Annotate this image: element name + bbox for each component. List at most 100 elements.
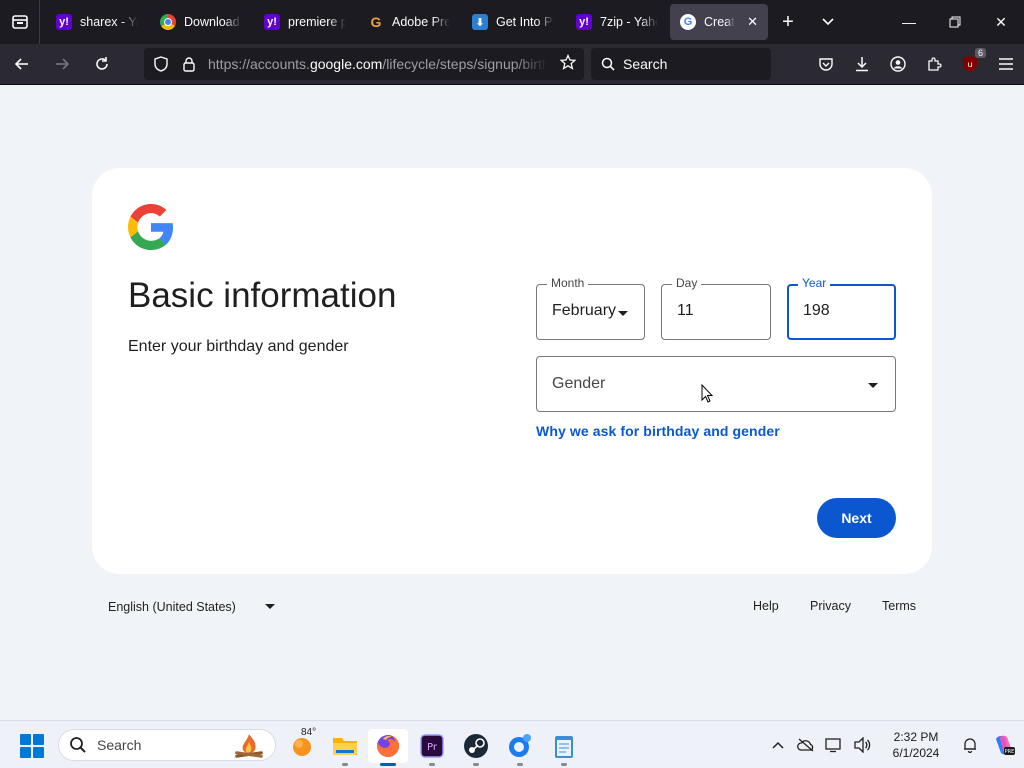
page-title: Basic information bbox=[128, 276, 397, 315]
taskbar-firefox[interactable] bbox=[368, 729, 408, 766]
new-tab-button[interactable]: + bbox=[768, 0, 808, 44]
bell-icon bbox=[964, 738, 976, 753]
page-subtitle: Enter your birthday and gender bbox=[128, 338, 349, 355]
why-we-ask-link[interactable]: Why we ask for birthday and gender bbox=[536, 423, 780, 439]
svg-text:Pr: Pr bbox=[427, 742, 438, 753]
taskbar-app-blue[interactable] bbox=[500, 729, 540, 766]
dropdown-caret-icon bbox=[868, 383, 878, 388]
year-label: Year bbox=[798, 276, 831, 290]
signup-card: Basic information Enter your birthday an… bbox=[92, 168, 932, 574]
running-indicator bbox=[473, 763, 479, 766]
firefox-view-icon bbox=[11, 15, 28, 29]
url-prefix: https://accounts. bbox=[208, 56, 310, 72]
language-caret-icon[interactable] bbox=[265, 604, 275, 609]
running-indicator bbox=[429, 763, 435, 766]
tab-title: Get Into PC bbox=[496, 15, 554, 29]
close-window-button[interactable]: ✕ bbox=[978, 0, 1024, 44]
tab-premiere[interactable]: y! premiere pro bbox=[254, 4, 358, 40]
list-all-tabs-button[interactable] bbox=[808, 0, 848, 44]
tab-title: 7zip - Yahoo bbox=[600, 15, 658, 29]
download-icon bbox=[856, 57, 868, 72]
pocket-icon bbox=[819, 58, 833, 71]
windows-logo-icon bbox=[20, 747, 31, 758]
app-swirl-icon bbox=[509, 734, 531, 757]
tab-title: Download ShareX bbox=[184, 15, 242, 29]
ublock-badge: 6 bbox=[974, 48, 986, 58]
start-button[interactable] bbox=[20, 734, 44, 758]
speaker-icon bbox=[854, 737, 871, 753]
taskbar-search-label: Search bbox=[97, 737, 142, 753]
getintopc-icon: ⬇ bbox=[472, 14, 488, 30]
taskbar-file-explorer[interactable] bbox=[325, 729, 365, 766]
windows-logo-icon bbox=[33, 734, 44, 745]
firefox-icon bbox=[377, 734, 400, 757]
mouse-pointer-icon bbox=[701, 384, 713, 403]
app-menu-button[interactable] bbox=[988, 48, 1024, 80]
downloads-button[interactable] bbox=[844, 48, 880, 80]
restore-icon bbox=[949, 16, 961, 28]
tab-create-google-account[interactable]: G Create your Google Account ✕ bbox=[670, 4, 768, 40]
forward-button[interactable] bbox=[44, 48, 80, 80]
taskbar-search[interactable]: Search bbox=[58, 729, 276, 761]
lock-icon[interactable] bbox=[178, 56, 200, 72]
onedrive-button[interactable] bbox=[792, 738, 820, 752]
browser-tab-bar: y! sharex - Yahoo Download ShareX y! pre… bbox=[0, 0, 1024, 44]
reload-icon bbox=[96, 57, 108, 70]
address-bar[interactable]: https://accounts.google.com/lifecycle/st… bbox=[144, 48, 584, 80]
search-bar[interactable]: Search bbox=[591, 48, 771, 80]
arrow-right-icon bbox=[56, 58, 70, 70]
clock[interactable]: 2:32 PM 6/1/2024 bbox=[876, 729, 956, 761]
yahoo-icon: y! bbox=[56, 14, 72, 30]
terms-link[interactable]: Terms bbox=[882, 599, 916, 613]
day-input[interactable]: Day 11 bbox=[661, 276, 771, 340]
privacy-link[interactable]: Privacy bbox=[810, 599, 851, 613]
url-path: /lifecycle/steps/signup/birthdaygender bbox=[382, 56, 548, 72]
search-placeholder: Search bbox=[623, 56, 668, 72]
ublock-origin-button[interactable]: u 6 bbox=[952, 48, 988, 80]
minimize-button[interactable]: — bbox=[886, 0, 932, 44]
notifications-button[interactable] bbox=[956, 737, 984, 753]
tracking-protection-shield-icon[interactable] bbox=[150, 56, 172, 72]
help-link[interactable]: Help bbox=[753, 599, 779, 613]
hamburger-menu-icon bbox=[999, 58, 1013, 70]
notepad-icon bbox=[555, 736, 573, 758]
account-icon bbox=[890, 56, 906, 72]
chrome-icon bbox=[160, 14, 176, 30]
volume-button[interactable] bbox=[848, 737, 876, 753]
month-select[interactable]: Month February bbox=[536, 276, 645, 340]
clock-date: 6/1/2024 bbox=[892, 746, 940, 760]
firefox-view-button[interactable] bbox=[0, 0, 40, 44]
restore-button[interactable] bbox=[932, 0, 978, 44]
bookmark-star-icon[interactable] bbox=[559, 53, 577, 75]
close-tab-icon[interactable]: ✕ bbox=[747, 14, 758, 30]
network-icon bbox=[825, 738, 841, 753]
next-button[interactable]: Next bbox=[817, 498, 896, 538]
back-button[interactable] bbox=[4, 48, 40, 80]
ublock-shield-icon: u bbox=[963, 56, 977, 72]
reload-button[interactable] bbox=[84, 48, 120, 80]
tab-title: premiere pro bbox=[288, 15, 346, 29]
taskbar-notepad[interactable] bbox=[544, 729, 584, 766]
tab-getintopc[interactable]: ⬇ Get Into PC bbox=[462, 4, 566, 40]
network-button[interactable] bbox=[820, 737, 848, 753]
tab-download[interactable]: Download ShareX bbox=[150, 4, 254, 40]
url-text[interactable]: https://accounts.google.com/lifecycle/st… bbox=[208, 56, 548, 72]
clock-time: 2:32 PM bbox=[893, 730, 939, 744]
chevron-up-icon bbox=[772, 741, 784, 749]
year-input[interactable]: Year 198 bbox=[787, 276, 896, 340]
running-indicator bbox=[380, 763, 396, 766]
taskbar-premiere-pro[interactable]: Pr bbox=[412, 729, 452, 766]
tab-sharex[interactable]: y! sharex - Yahoo bbox=[46, 4, 150, 40]
account-button[interactable] bbox=[880, 48, 916, 80]
show-hidden-icons-button[interactable] bbox=[764, 739, 792, 751]
taskbar-steam[interactable] bbox=[456, 729, 496, 766]
pocket-button[interactable] bbox=[808, 48, 844, 80]
language-selector[interactable]: English (United States) bbox=[108, 600, 236, 614]
tab-adobe-premiere[interactable]: G Adobe Premiere bbox=[358, 4, 462, 40]
gender-select[interactable]: Gender bbox=[536, 356, 896, 412]
puzzle-icon bbox=[928, 57, 942, 71]
tab-7zip[interactable]: y! 7zip - Yahoo bbox=[566, 4, 670, 40]
copilot-button[interactable]: PRE bbox=[984, 733, 1024, 757]
extensions-button[interactable] bbox=[916, 48, 952, 80]
search-icon bbox=[601, 57, 615, 71]
